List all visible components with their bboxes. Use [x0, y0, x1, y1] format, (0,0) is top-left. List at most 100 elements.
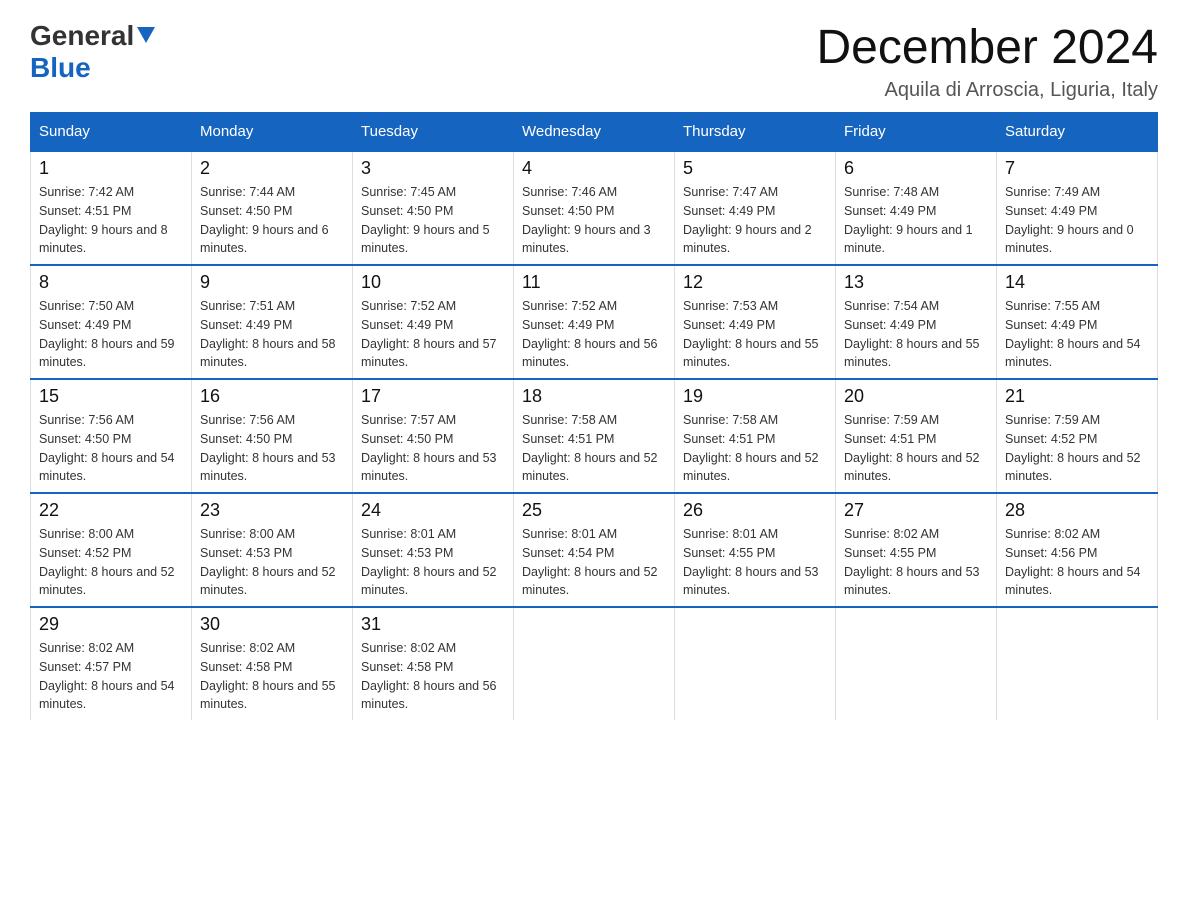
day-number: 20: [844, 386, 988, 407]
calendar-cell: 8 Sunrise: 7:50 AMSunset: 4:49 PMDaylight…: [31, 265, 192, 379]
calendar-cell: 19 Sunrise: 7:58 AMSunset: 4:51 PMDayligh…: [675, 379, 836, 493]
calendar-cell: 20 Sunrise: 7:59 AMSunset: 4:51 PMDayligh…: [836, 379, 997, 493]
title-section: December 2024 Aquila di Arroscia, Liguri…: [816, 20, 1158, 102]
calendar-cell: [836, 607, 997, 720]
calendar-cell: 28 Sunrise: 8:02 AMSunset: 4:56 PMDayligh…: [997, 493, 1158, 607]
calendar-cell: 11 Sunrise: 7:52 AMSunset: 4:49 PMDayligh…: [514, 265, 675, 379]
location: Aquila di Arroscia, Liguria, Italy: [816, 79, 1158, 102]
day-number: 27: [844, 500, 988, 521]
calendar-cell: 7Sunrise: 7:49 AMSunset: 4:49 PMDaylight…: [997, 151, 1158, 265]
calendar-cell: 13 Sunrise: 7:54 AMSunset: 4:49 PMDayligh…: [836, 265, 997, 379]
calendar-header-saturday: Saturday: [997, 113, 1158, 152]
logo-general-text: General: [30, 20, 134, 52]
day-number: 16: [200, 386, 344, 407]
day-number: 18: [522, 386, 666, 407]
calendar-cell: 27 Sunrise: 8:02 AMSunset: 4:55 PMDayligh…: [836, 493, 997, 607]
day-info: Sunrise: 8:02 AMSunset: 4:55 PMDaylight:…: [844, 525, 988, 600]
day-number: 14: [1005, 272, 1149, 293]
calendar-cell: 30 Sunrise: 8:02 AMSunset: 4:58 PMDayligh…: [192, 607, 353, 720]
calendar-week-row: 8 Sunrise: 7:50 AMSunset: 4:49 PMDaylight…: [31, 265, 1158, 379]
day-info: Sunrise: 7:59 AMSunset: 4:51 PMDaylight:…: [844, 411, 988, 486]
day-number: 22: [39, 500, 183, 521]
calendar-cell: 18 Sunrise: 7:58 AMSunset: 4:51 PMDayligh…: [514, 379, 675, 493]
calendar-cell: 14 Sunrise: 7:55 AMSunset: 4:49 PMDayligh…: [997, 265, 1158, 379]
logo-triangle-icon: [137, 27, 155, 43]
day-number: 4: [522, 158, 666, 179]
day-number: 21: [1005, 386, 1149, 407]
day-number: 9: [200, 272, 344, 293]
day-info: Sunrise: 8:00 AMSunset: 4:52 PMDaylight:…: [39, 525, 183, 600]
calendar-cell: 10 Sunrise: 7:52 AMSunset: 4:49 PMDayligh…: [353, 265, 514, 379]
calendar-table: SundayMondayTuesdayWednesdayThursdayFrid…: [30, 112, 1158, 720]
day-info: Sunrise: 8:02 AMSunset: 4:57 PMDaylight:…: [39, 639, 183, 714]
day-number: 26: [683, 500, 827, 521]
calendar-cell: 16Sunrise: 7:56 AMSunset: 4:50 PMDayligh…: [192, 379, 353, 493]
calendar-cell: 5Sunrise: 7:47 AMSunset: 4:49 PMDaylight…: [675, 151, 836, 265]
day-info: Sunrise: 7:58 AMSunset: 4:51 PMDaylight:…: [522, 411, 666, 486]
calendar-cell: 31Sunrise: 8:02 AMSunset: 4:58 PMDayligh…: [353, 607, 514, 720]
calendar-cell: 29 Sunrise: 8:02 AMSunset: 4:57 PMDayligh…: [31, 607, 192, 720]
day-info: Sunrise: 7:48 AMSunset: 4:49 PMDaylight:…: [844, 183, 988, 258]
calendar-week-row: 29 Sunrise: 8:02 AMSunset: 4:57 PMDayligh…: [31, 607, 1158, 720]
day-info: Sunrise: 8:01 AMSunset: 4:53 PMDaylight:…: [361, 525, 505, 600]
day-info: Sunrise: 7:54 AMSunset: 4:49 PMDaylight:…: [844, 297, 988, 372]
day-info: Sunrise: 7:59 AMSunset: 4:52 PMDaylight:…: [1005, 411, 1149, 486]
day-number: 19: [683, 386, 827, 407]
day-number: 2: [200, 158, 344, 179]
day-info: Sunrise: 7:58 AMSunset: 4:51 PMDaylight:…: [683, 411, 827, 486]
calendar-cell: [675, 607, 836, 720]
day-number: 17: [361, 386, 505, 407]
calendar-cell: 4 Sunrise: 7:46 AMSunset: 4:50 PMDaylight…: [514, 151, 675, 265]
calendar-cell: 17 Sunrise: 7:57 AMSunset: 4:50 PMDayligh…: [353, 379, 514, 493]
day-info: Sunrise: 7:55 AMSunset: 4:49 PMDaylight:…: [1005, 297, 1149, 372]
day-number: 1: [39, 158, 183, 179]
page-header: General Blue December 2024 Aquila di Arr…: [30, 20, 1158, 102]
logo-blue-text: Blue: [30, 52, 91, 83]
day-info: Sunrise: 8:01 AMSunset: 4:55 PMDaylight:…: [683, 525, 827, 600]
month-title: December 2024: [816, 20, 1158, 75]
calendar-header-sunday: Sunday: [31, 113, 192, 152]
calendar-cell: 24Sunrise: 8:01 AMSunset: 4:53 PMDayligh…: [353, 493, 514, 607]
calendar-cell: 22 Sunrise: 8:00 AMSunset: 4:52 PMDayligh…: [31, 493, 192, 607]
day-info: Sunrise: 7:45 AMSunset: 4:50 PMDaylight:…: [361, 183, 505, 258]
calendar-cell: [997, 607, 1158, 720]
day-info: Sunrise: 8:02 AMSunset: 4:56 PMDaylight:…: [1005, 525, 1149, 600]
calendar-cell: 2Sunrise: 7:44 AMSunset: 4:50 PMDaylight…: [192, 151, 353, 265]
calendar-header-friday: Friday: [836, 113, 997, 152]
day-info: Sunrise: 7:52 AMSunset: 4:49 PMDaylight:…: [361, 297, 505, 372]
day-info: Sunrise: 7:52 AMSunset: 4:49 PMDaylight:…: [522, 297, 666, 372]
calendar-week-row: 15Sunrise: 7:56 AMSunset: 4:50 PMDayligh…: [31, 379, 1158, 493]
day-number: 28: [1005, 500, 1149, 521]
day-number: 7: [1005, 158, 1149, 179]
day-number: 11: [522, 272, 666, 293]
day-number: 29: [39, 614, 183, 635]
day-info: Sunrise: 7:57 AMSunset: 4:50 PMDaylight:…: [361, 411, 505, 486]
calendar-cell: 23Sunrise: 8:00 AMSunset: 4:53 PMDayligh…: [192, 493, 353, 607]
calendar-header-wednesday: Wednesday: [514, 113, 675, 152]
day-info: Sunrise: 8:01 AMSunset: 4:54 PMDaylight:…: [522, 525, 666, 600]
calendar-cell: 12Sunrise: 7:53 AMSunset: 4:49 PMDayligh…: [675, 265, 836, 379]
day-number: 30: [200, 614, 344, 635]
calendar-header-tuesday: Tuesday: [353, 113, 514, 152]
day-info: Sunrise: 7:47 AMSunset: 4:49 PMDaylight:…: [683, 183, 827, 258]
day-info: Sunrise: 7:46 AMSunset: 4:50 PMDaylight:…: [522, 183, 666, 258]
day-number: 31: [361, 614, 505, 635]
calendar-cell: 3 Sunrise: 7:45 AMSunset: 4:50 PMDaylight…: [353, 151, 514, 265]
day-number: 10: [361, 272, 505, 293]
day-number: 6: [844, 158, 988, 179]
logo: General Blue: [30, 20, 155, 84]
calendar-week-row: 22 Sunrise: 8:00 AMSunset: 4:52 PMDayligh…: [31, 493, 1158, 607]
day-number: 23: [200, 500, 344, 521]
day-info: Sunrise: 8:02 AMSunset: 4:58 PMDaylight:…: [200, 639, 344, 714]
day-info: Sunrise: 7:51 AMSunset: 4:49 PMDaylight:…: [200, 297, 344, 372]
day-info: Sunrise: 7:42 AMSunset: 4:51 PMDaylight:…: [39, 183, 183, 258]
calendar-cell: 15Sunrise: 7:56 AMSunset: 4:50 PMDayligh…: [31, 379, 192, 493]
day-number: 3: [361, 158, 505, 179]
day-info: Sunrise: 7:56 AMSunset: 4:50 PMDaylight:…: [39, 411, 183, 486]
day-info: Sunrise: 7:53 AMSunset: 4:49 PMDaylight:…: [683, 297, 827, 372]
calendar-cell: 25 Sunrise: 8:01 AMSunset: 4:54 PMDayligh…: [514, 493, 675, 607]
day-number: 25: [522, 500, 666, 521]
day-number: 8: [39, 272, 183, 293]
day-info: Sunrise: 7:50 AMSunset: 4:49 PMDaylight:…: [39, 297, 183, 372]
day-number: 13: [844, 272, 988, 293]
